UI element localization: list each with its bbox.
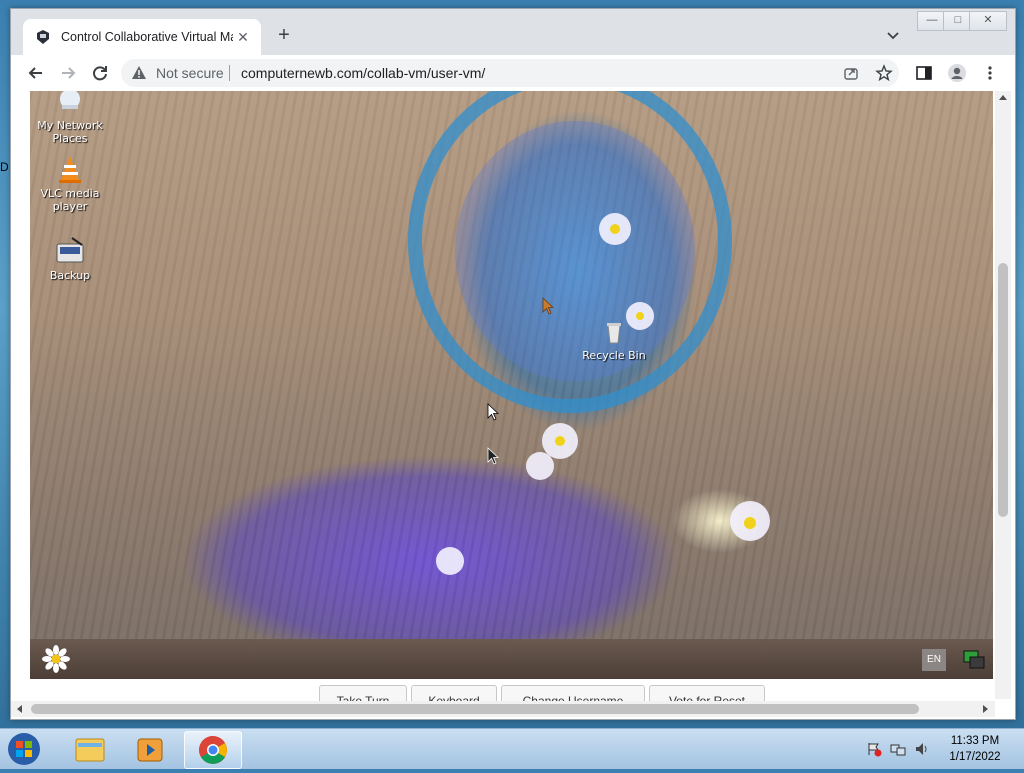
profile-avatar-icon[interactable]: [947, 63, 967, 83]
tab-title: Control Collaborative Virtual Ma: [61, 30, 233, 44]
desktop-icon-label: Backup: [49, 269, 91, 282]
desktop-icon-label: Recycle Bin: [582, 349, 646, 362]
url-text[interactable]: computernewb.com/collab-vm/user-vm/: [241, 65, 485, 81]
daisy-start-icon[interactable]: [42, 645, 70, 673]
desktop-icon-recycle-bin[interactable]: Recycle Bin: [574, 319, 654, 362]
desktop-icon-label: My Network Places: [37, 119, 103, 145]
tab-collabvm[interactable]: Control Collaborative Virtual Ma ✕: [23, 19, 261, 55]
address-bar[interactable]: Not secure computernewb.com/collab-vm/us…: [121, 59, 899, 87]
scroll-up-arrow-icon[interactable]: [999, 95, 1007, 100]
vlc-icon: [59, 156, 81, 183]
forward-arrow-icon[interactable]: [57, 62, 79, 84]
network-tray-icon[interactable]: [960, 645, 988, 673]
flower-jar-wallpaper: [408, 91, 770, 575]
horizontal-scrollbar[interactable]: [11, 701, 995, 717]
taskbar-media-player-button[interactable]: [122, 731, 178, 767]
recycle-bin-icon: [607, 323, 621, 344]
desktop-icon-vlc[interactable]: VLC media player: [30, 153, 110, 213]
media-player-icon: [137, 738, 163, 762]
menu-kebab-icon[interactable]: [981, 64, 999, 82]
vm-taskbar: EN: [30, 639, 993, 679]
volume-icon[interactable]: [914, 741, 930, 757]
new-tab-button[interactable]: +: [273, 25, 295, 47]
vertical-scroll-thumb[interactable]: [998, 263, 1008, 517]
backup-icon: [56, 237, 84, 263]
back-arrow-icon[interactable]: [25, 62, 47, 84]
side-panel-icon[interactable]: [915, 64, 933, 82]
explorer-icon: [75, 738, 105, 762]
omnibox-separator: [229, 65, 230, 81]
language-indicator[interactable]: EN: [922, 649, 946, 671]
scroll-right-arrow-icon[interactable]: [983, 705, 988, 713]
network-icon: [60, 91, 80, 109]
share-icon[interactable]: [843, 65, 859, 81]
bookmark-star-icon[interactable]: [875, 64, 893, 82]
action-center-flag-icon[interactable]: [866, 741, 882, 757]
scroll-left-arrow-icon[interactable]: [17, 705, 22, 713]
desktop-icon-network[interactable]: My Network Places: [30, 91, 110, 145]
taskbar-explorer-button[interactable]: [62, 731, 118, 767]
taskbar-chrome-button[interactable]: [184, 731, 242, 769]
network-status-icon[interactable]: [890, 741, 906, 757]
browser-toolbar: Not secure computernewb.com/collab-vm/us…: [11, 55, 1015, 91]
desktop-icon-label: VLC media player: [40, 187, 100, 213]
horizontal-scroll-thumb[interactable]: [31, 704, 919, 714]
warning-triangle-icon[interactable]: [131, 65, 147, 81]
windows-start-icon[interactable]: [6, 731, 42, 767]
clock-date: 1/17/2022: [949, 751, 1001, 763]
security-label[interactable]: Not secure: [156, 65, 224, 81]
vertical-scrollbar[interactable]: [995, 91, 1011, 699]
collabvm-favicon-icon: [37, 30, 49, 44]
vm-screen[interactable]: My Network Places VLC media player Backu…: [30, 91, 993, 639]
tab-bar: Control Collaborative Virtual Ma ✕ + — □…: [11, 9, 1015, 55]
remote-cursor-icon: [487, 447, 499, 465]
close-window-button[interactable]: ✕: [969, 11, 1007, 31]
tab-close-icon[interactable]: ✕: [235, 29, 251, 45]
browser-window: Control Collaborative Virtual Ma ✕ + — □…: [10, 8, 1016, 720]
remote-cursor-icon: [487, 403, 499, 421]
desktop-icon-backup[interactable]: Backup: [30, 235, 110, 282]
system-clock[interactable]: 11:33 PM 1/17/2022: [940, 733, 1010, 765]
remote-cursor-icon: [542, 297, 554, 315]
host-taskbar: 11:33 PM 1/17/2022: [0, 728, 1024, 769]
clock-time: 11:33 PM: [950, 735, 1000, 747]
reload-icon[interactable]: [89, 62, 111, 84]
chrome-icon: [199, 736, 227, 764]
web-page: My Network Places VLC media player Backu…: [11, 91, 1015, 719]
tab-search-chevron-icon[interactable]: [885, 27, 901, 43]
